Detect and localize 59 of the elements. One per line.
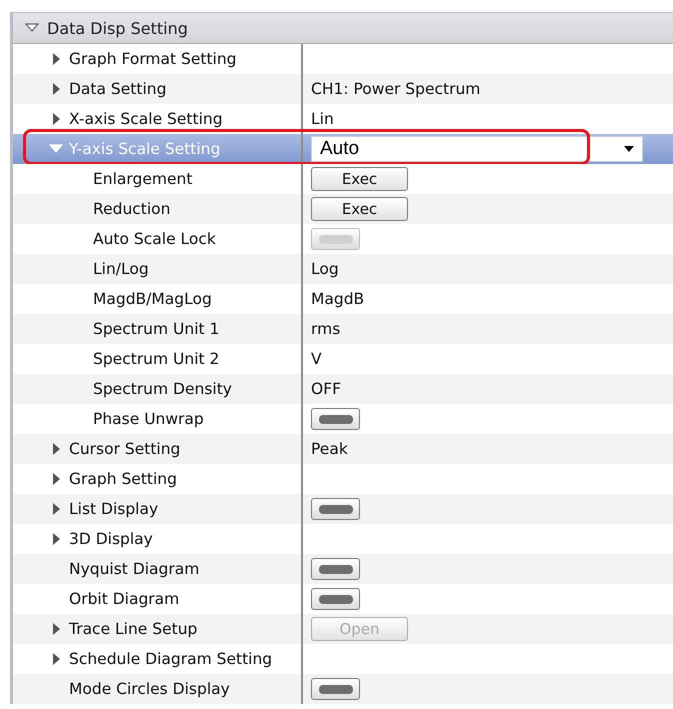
collapsed-arrow-icon[interactable] bbox=[52, 622, 60, 636]
exec-button[interactable]: Exec bbox=[311, 167, 408, 191]
property-label: Graph Format Setting bbox=[68, 50, 237, 68]
toggle-switch[interactable] bbox=[311, 558, 360, 580]
property-label: Trace Line Setup bbox=[68, 620, 198, 638]
toggle-switch[interactable] bbox=[311, 408, 360, 430]
property-label: Spectrum Density bbox=[92, 380, 232, 398]
property-row[interactable]: Spectrum Density OFF bbox=[13, 374, 673, 404]
property-label: Graph Setting bbox=[68, 470, 177, 488]
collapsed-arrow-icon[interactable] bbox=[52, 442, 60, 456]
toggle-switch[interactable] bbox=[311, 588, 360, 610]
property-label: Enlargement bbox=[92, 170, 192, 188]
property-label: 3D Display bbox=[68, 530, 153, 548]
setting-value: Lin bbox=[311, 110, 334, 128]
property-label: X-axis Scale Setting bbox=[68, 110, 223, 128]
property-label: Reduction bbox=[92, 200, 170, 218]
property-row[interactable]: Data Setting CH1: Power Spectrum bbox=[13, 74, 673, 104]
property-row[interactable]: Cursor Setting Peak bbox=[13, 434, 673, 464]
property-row[interactable]: Mode Circles Display bbox=[13, 674, 673, 704]
property-label: Mode Circles Display bbox=[68, 680, 230, 698]
property-label: Y-axis Scale Setting bbox=[68, 140, 220, 158]
caret-icon[interactable] bbox=[624, 146, 634, 152]
setting-value: rms bbox=[311, 320, 340, 338]
property-label: Data Setting bbox=[68, 80, 166, 98]
collapsed-arrow-icon[interactable] bbox=[52, 532, 60, 546]
property-label: Spectrum Unit 2 bbox=[92, 350, 220, 368]
property-label: Lin/Log bbox=[92, 260, 149, 278]
setting-value: CH1: Power Spectrum bbox=[311, 80, 480, 98]
setting-value: OFF bbox=[311, 380, 342, 398]
collapsed-arrow-icon[interactable] bbox=[52, 112, 60, 126]
setting-value: V bbox=[311, 350, 322, 368]
expanded-arrow-icon[interactable] bbox=[25, 23, 39, 33]
setting-value: Log bbox=[311, 260, 339, 278]
setting-value: MagdB bbox=[311, 290, 364, 308]
property-row[interactable]: Nyquist Diagram bbox=[13, 554, 673, 584]
collapsed-arrow-icon[interactable] bbox=[52, 652, 60, 666]
property-label: Cursor Setting bbox=[68, 440, 180, 458]
toggle-switch[interactable] bbox=[311, 678, 360, 700]
collapsed-arrow-icon[interactable] bbox=[52, 52, 60, 66]
property-label: MagdB/MagLog bbox=[92, 290, 212, 308]
property-row[interactable]: Reduction Exec bbox=[13, 194, 673, 224]
property-row[interactable]: Spectrum Unit 1 rms bbox=[13, 314, 673, 344]
property-label: Auto Scale Lock bbox=[92, 230, 216, 248]
property-row[interactable]: Lin/Log Log bbox=[13, 254, 673, 284]
toggle-switch[interactable] bbox=[311, 498, 360, 520]
property-label: Phase Unwrap bbox=[92, 410, 204, 428]
property-label: Schedule Diagram Setting bbox=[68, 650, 272, 668]
collapsed-arrow-icon[interactable] bbox=[52, 82, 60, 96]
setting-value: Peak bbox=[311, 440, 348, 458]
property-label: Spectrum Unit 1 bbox=[92, 320, 220, 338]
section-header[interactable]: Data Disp Setting bbox=[13, 13, 673, 44]
scale-dropdown[interactable]: Auto bbox=[311, 136, 643, 162]
exec-button[interactable]: Exec bbox=[311, 197, 408, 221]
property-label: Orbit Diagram bbox=[68, 590, 180, 608]
property-label: List Display bbox=[68, 500, 158, 518]
property-label: Nyquist Diagram bbox=[68, 560, 200, 578]
property-row[interactable]: List Display bbox=[13, 494, 673, 524]
collapsed-arrow-icon[interactable] bbox=[52, 502, 60, 516]
collapsed-arrow-icon[interactable] bbox=[52, 472, 60, 486]
